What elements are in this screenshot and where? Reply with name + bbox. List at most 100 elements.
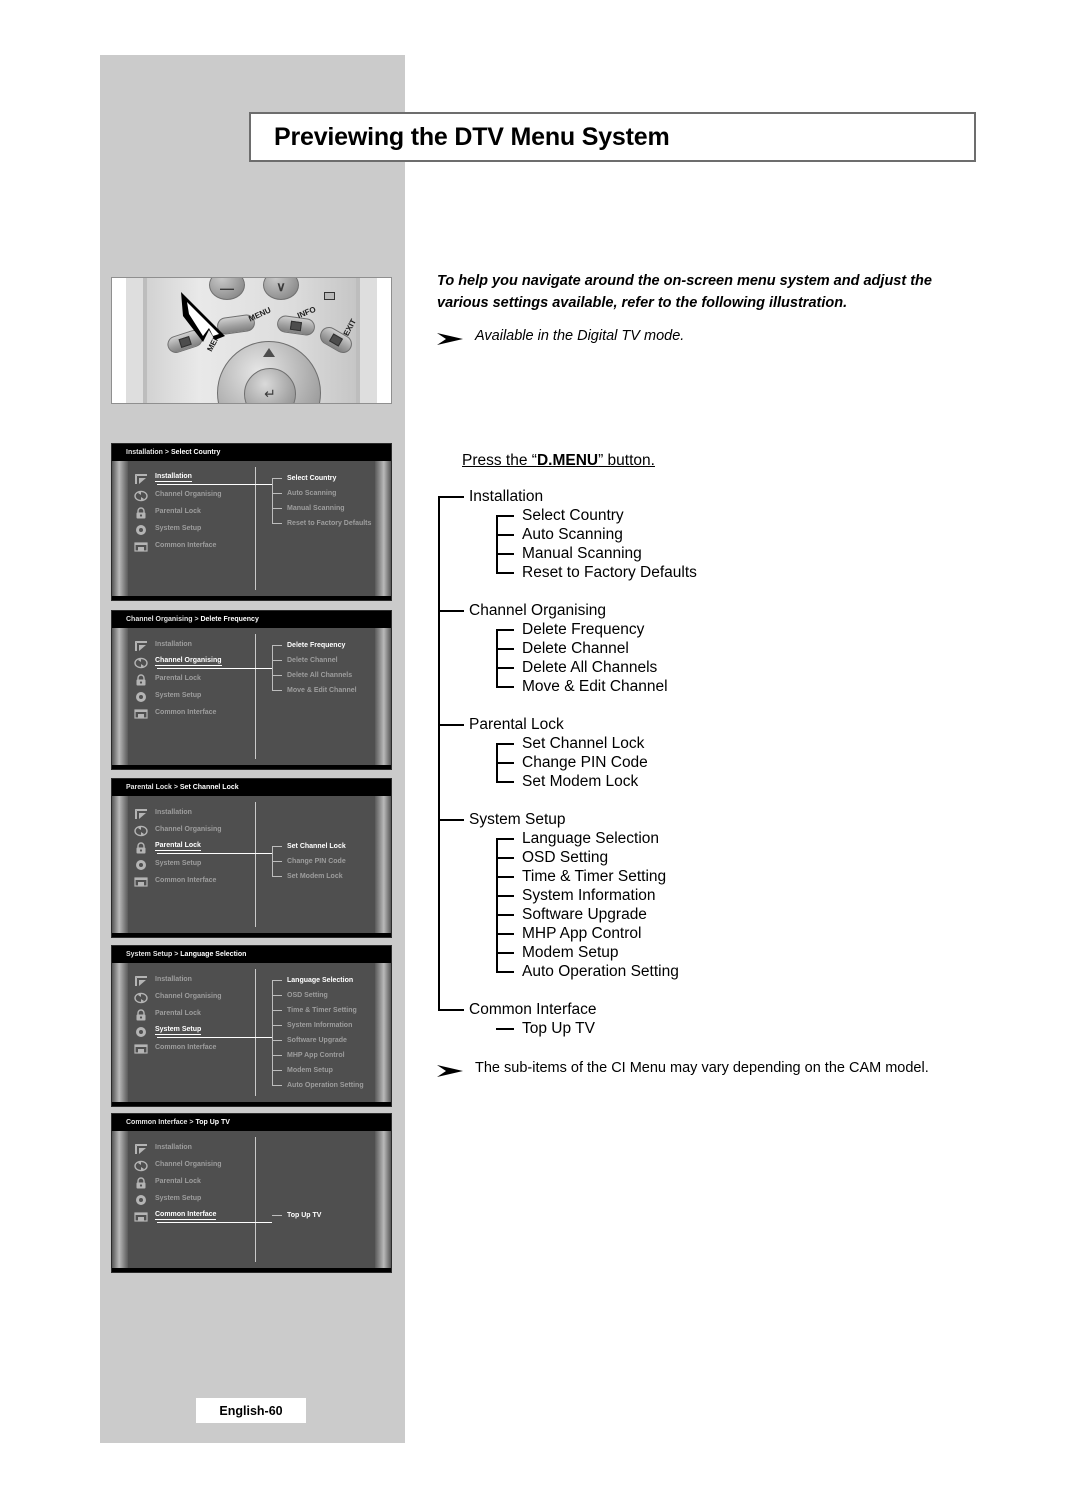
osd-menu-item-label: Installation xyxy=(155,1144,192,1151)
osd-menu-item[interactable]: Channel Organising xyxy=(134,821,244,838)
tree-child-tick xyxy=(496,572,514,574)
osd-body: Installation Channel Organising Parental L… xyxy=(112,796,391,933)
osd-breadcrumb-current: Set Channel Lock xyxy=(179,784,239,791)
gear-icon xyxy=(134,1193,148,1205)
osd-submenu-item[interactable]: MHP App Control xyxy=(272,1048,364,1063)
tree-group-stem xyxy=(438,610,464,612)
navigation-wheel: ↵ xyxy=(217,341,321,403)
osd-main-menu: Installation Channel Organising Parental L… xyxy=(134,636,244,721)
osd-divider xyxy=(255,969,256,1096)
osd-menu-item[interactable]: Parental Lock xyxy=(134,503,244,520)
tree-group-stem xyxy=(438,724,464,726)
osd-left-edge-strip xyxy=(112,1131,128,1268)
osd-menu-item[interactable]: Installation xyxy=(134,1139,244,1156)
osd-menu-item-label: System Setup xyxy=(155,692,202,699)
card-slot-icon xyxy=(134,875,148,887)
osd-main-menu: Installation Channel Organising Parental L… xyxy=(134,804,244,889)
osd-submenu-tick xyxy=(272,1215,282,1216)
osd-menu-item[interactable]: Channel Organising xyxy=(134,486,244,503)
osd-submenu-item[interactable]: Language Selection xyxy=(272,973,364,988)
manual-page: Previewing the DTV Menu System — ∨ MENU … xyxy=(0,0,1080,1498)
tree-child-label: OSD Setting xyxy=(522,849,609,866)
osd-submenu-item[interactable]: Change PIN Code xyxy=(272,854,346,869)
enter-icon: ↵ xyxy=(264,385,276,402)
antenna-icon xyxy=(134,472,148,484)
osd-menu-item[interactable]: Common Interface xyxy=(134,872,244,889)
osd-breadcrumb-parent: Channel Organising > xyxy=(126,616,201,623)
osd-body: Installation Channel Organising Parental L… xyxy=(112,461,391,596)
osd-menu-item[interactable]: System Setup xyxy=(134,520,244,537)
osd-submenu-item-label: Select Country xyxy=(287,475,337,482)
osd-menu-item[interactable]: Channel Organising xyxy=(134,1156,244,1173)
osd-submenu-item[interactable]: Delete Frequency xyxy=(272,638,357,653)
osd-submenu-tick xyxy=(272,1070,282,1071)
osd-breadcrumb-parent: Common Interface > xyxy=(126,1119,196,1126)
osd-submenu-item[interactable]: Select Country xyxy=(272,471,371,486)
osd-submenu-item[interactable]: Delete Channel xyxy=(272,653,357,668)
tree-group: Installation Select Country Auto Scanning M… xyxy=(437,487,997,582)
osd-menu-item[interactable]: System Setup xyxy=(134,855,244,872)
osd-submenu-item[interactable]: Auto Operation Setting xyxy=(272,1078,364,1093)
tree-child-spine xyxy=(496,629,498,687)
osd-submenu-item[interactable]: System Information xyxy=(272,1018,364,1033)
tree-child-tick xyxy=(496,553,514,555)
refresh-icon xyxy=(134,824,148,836)
osd-header: Common Interface > Top Up TV xyxy=(112,1114,391,1131)
osd-menu-item[interactable]: Installation xyxy=(134,971,244,988)
osd-submenu-item-label: Time & Timer Setting xyxy=(287,1007,357,1014)
dmenu-button-label: MENU xyxy=(247,305,273,324)
osd-submenu: Select Country Auto Scanning Manual Scanni… xyxy=(272,471,371,531)
osd-submenu-item[interactable]: Reset to Factory Defaults xyxy=(272,516,371,531)
osd-submenu-item[interactable]: Move & Edit Channel xyxy=(272,683,357,698)
osd-menu-item[interactable]: Parental Lock xyxy=(134,1173,244,1190)
antenna-icon xyxy=(134,639,148,651)
osd-submenu-tick xyxy=(272,478,282,479)
osd-menu-item[interactable]: Installation xyxy=(134,636,244,653)
osd-submenu-item[interactable]: Time & Timer Setting xyxy=(272,1003,364,1018)
tree-child-tick xyxy=(496,743,514,745)
arrow-up-icon xyxy=(263,348,275,357)
osd-submenu-item[interactable]: Set Channel Lock xyxy=(272,839,346,854)
osd-submenu-item[interactable]: Software Upgrade xyxy=(272,1033,364,1048)
osd-menu-item[interactable]: Common Interface xyxy=(134,1039,244,1056)
tree-child-tick xyxy=(496,914,514,916)
osd-submenu-item[interactable]: Set Modem Lock xyxy=(272,869,346,884)
osd-menu-item-label: Channel Organising xyxy=(155,657,222,666)
card-slot-icon xyxy=(134,1210,148,1222)
osd-submenu-item[interactable]: Delete All Channels xyxy=(272,668,357,683)
osd-screenshot: Parental Lock > Set Channel Lock Installa… xyxy=(111,778,392,938)
card-slot-icon xyxy=(134,1042,148,1054)
osd-connector-line xyxy=(157,1036,272,1038)
tree-child-tick xyxy=(496,781,514,783)
osd-menu-item-label: Parental Lock xyxy=(155,508,201,515)
osd-menu-item[interactable]: Parental Lock xyxy=(134,670,244,687)
tree-child-label: Select Country xyxy=(522,507,624,524)
osd-submenu-item-label: OSD Setting xyxy=(287,992,328,999)
osd-menu-item[interactable]: Channel Organising xyxy=(134,988,244,1005)
osd-submenu-item[interactable]: OSD Setting xyxy=(272,988,364,1003)
exit-button-label: EXIT xyxy=(341,317,359,338)
tree-child-label: Delete All Channels xyxy=(522,659,658,676)
osd-submenu-spine xyxy=(272,980,273,1086)
osd-header: System Setup > Language Selection xyxy=(112,946,391,963)
osd-menu-item[interactable]: Installation xyxy=(134,804,244,821)
osd-submenu-item[interactable]: Manual Scanning xyxy=(272,501,371,516)
osd-menu-item-label: Common Interface xyxy=(155,542,217,549)
osd-menu-item[interactable]: Common Interface xyxy=(134,704,244,721)
osd-menu-item[interactable]: Common Interface xyxy=(134,537,244,554)
tree-child-tick xyxy=(496,876,514,878)
tree-children: Language Selection OSD Setting Time & Time… xyxy=(494,829,997,981)
osd-submenu-item[interactable]: Auto Scanning xyxy=(272,486,371,501)
osd-menu-item[interactable]: System Setup xyxy=(134,1190,244,1207)
osd-screenshot: Common Interface > Top Up TV Installation… xyxy=(111,1113,392,1273)
osd-menu-item-label: Common Interface xyxy=(155,1211,217,1220)
osd-submenu: Top Up TV xyxy=(272,1208,321,1223)
osd-submenu-item[interactable]: Top Up TV xyxy=(272,1208,321,1223)
osd-submenu-item-label: Manual Scanning xyxy=(287,505,345,512)
osd-submenu-item[interactable]: Modem Setup xyxy=(272,1063,364,1078)
osd-menu-item[interactable]: System Setup xyxy=(134,687,244,704)
osd-submenu-tick xyxy=(272,1055,282,1056)
osd-submenu-item-label: Change PIN Code xyxy=(287,858,346,865)
osd-menu-item[interactable]: Parental Lock xyxy=(134,1005,244,1022)
tree-child-tick xyxy=(496,857,514,859)
